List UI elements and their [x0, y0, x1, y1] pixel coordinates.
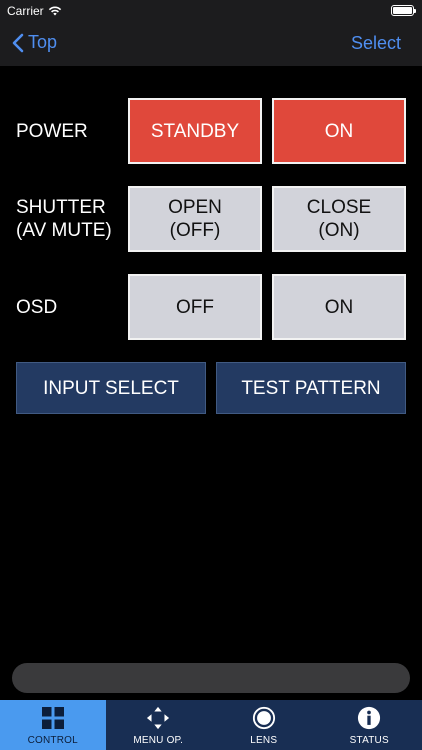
- carrier-info: Carrier: [7, 4, 62, 18]
- shutter-label-line2: (AV MUTE): [16, 220, 112, 241]
- shutter-label-line1: SHUTTER: [16, 197, 106, 218]
- shutter-close-button[interactable]: CLOSE (ON): [272, 186, 406, 252]
- status-bar: Carrier: [0, 0, 422, 22]
- tab-status[interactable]: STATUS: [317, 700, 422, 750]
- shutter-open-line1: OPEN: [168, 197, 222, 218]
- bottom-slider-bar[interactable]: [12, 663, 410, 693]
- tab-control[interactable]: CONTROL: [0, 700, 106, 750]
- grid-icon: [41, 706, 65, 730]
- power-standby-button[interactable]: STANDBY: [128, 98, 262, 164]
- shutter-open-line2: (OFF): [169, 220, 221, 241]
- tab-control-label: CONTROL: [27, 735, 78, 746]
- carrier-label: Carrier: [7, 4, 44, 18]
- input-select-button[interactable]: INPUT SELECT: [16, 362, 206, 414]
- back-button[interactable]: Top: [12, 32, 57, 53]
- back-label: Top: [28, 32, 58, 52]
- chevron-left-icon: [12, 33, 24, 52]
- power-label: POWER: [16, 121, 88, 142]
- arrows-icon: [146, 706, 170, 730]
- tab-lens-label: LENS: [250, 735, 278, 746]
- shutter-close-line2: (ON): [318, 220, 360, 241]
- tab-menu-op-label: MENU OP.: [133, 735, 184, 746]
- tab-bar: CONTROL MENU OP. LENS STATUS: [0, 700, 422, 750]
- osd-on-button[interactable]: ON: [272, 274, 406, 340]
- tab-lens[interactable]: LENS: [211, 700, 317, 750]
- tab-menu-op[interactable]: MENU OP.: [106, 700, 212, 750]
- tab-status-label: STATUS: [349, 735, 389, 746]
- shutter-label: SHUTTER (AV MUTE): [16, 196, 112, 242]
- info-icon: [357, 706, 381, 730]
- shutter-close-line1: CLOSE: [306, 197, 372, 218]
- nav-bar: Top Select: [0, 22, 422, 66]
- top-bar: Carrier Top Select: [0, 0, 422, 66]
- wifi-icon: [48, 6, 61, 16]
- osd-off-button[interactable]: OFF: [128, 274, 262, 340]
- shutter-open-button[interactable]: OPEN (OFF): [128, 186, 262, 252]
- power-on-button[interactable]: ON: [272, 98, 406, 164]
- select-button[interactable]: Select: [351, 33, 401, 54]
- lens-icon: [252, 706, 276, 730]
- battery-icon: [391, 5, 416, 16]
- test-pattern-button[interactable]: TEST PATTERN: [216, 362, 406, 414]
- osd-label: OSD: [16, 297, 58, 318]
